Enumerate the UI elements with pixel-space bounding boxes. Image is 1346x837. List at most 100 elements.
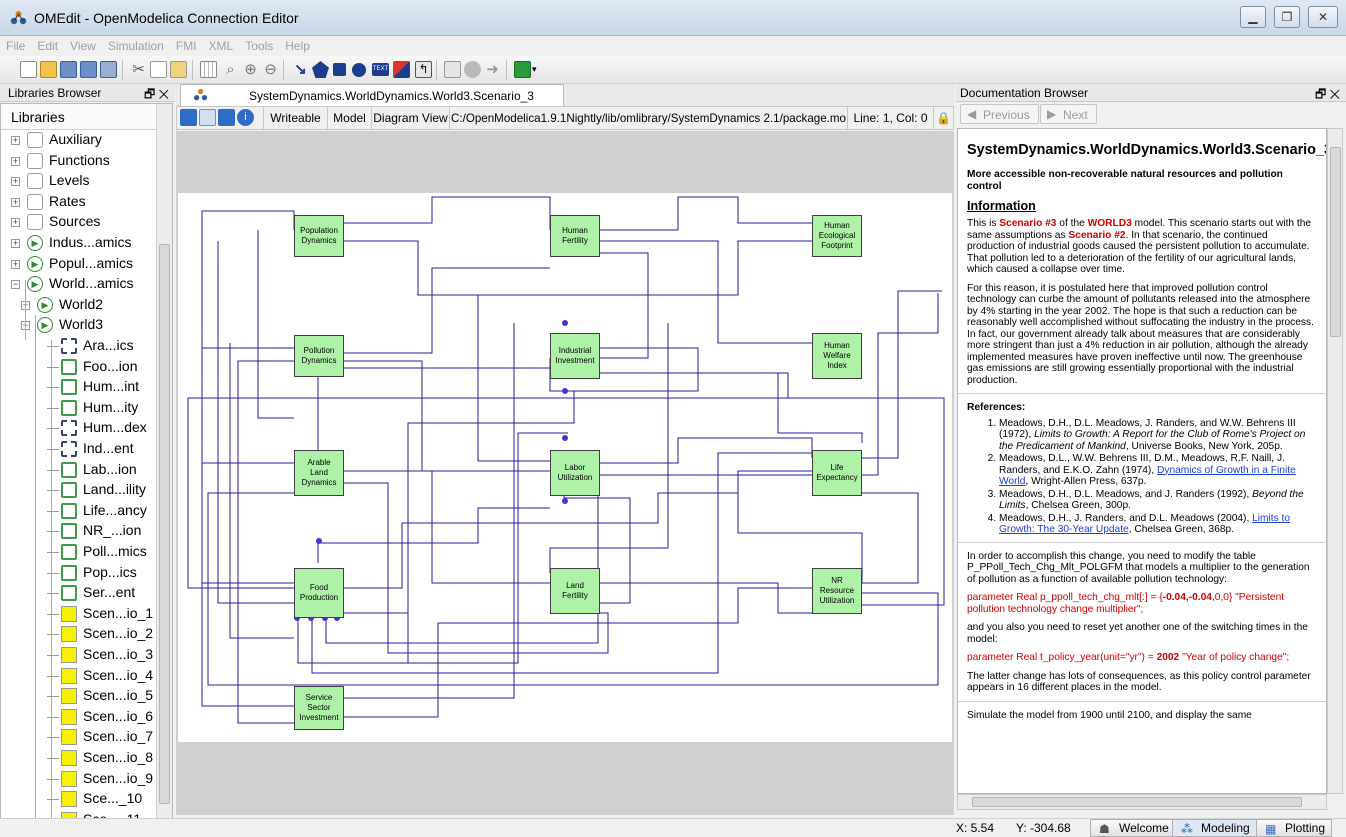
tree-item-label: Scen...io_6 xyxy=(83,707,154,724)
population-dynamics-block[interactable]: Population Dynamics xyxy=(294,215,344,257)
next-button[interactable]: ▶ Next xyxy=(1040,104,1097,124)
menu-edit[interactable]: Edit xyxy=(31,36,64,53)
status-bar: X: 5.54 Y: -304.68 ☗ Welcome ⁂ Modeling ▦ P… xyxy=(0,818,1346,837)
expand-icon[interactable]: + xyxy=(11,156,20,166)
check-model-icon[interactable] xyxy=(464,61,481,78)
collapse-icon[interactable]: − xyxy=(11,280,20,290)
references-heading: References: xyxy=(967,402,1026,413)
documentation-view-icon[interactable]: i xyxy=(237,109,254,126)
nr-resource-utilization-block[interactable]: NR Resource Utilization xyxy=(812,568,862,614)
welcome-perspective-button[interactable]: ☗ Welcome xyxy=(1090,819,1176,837)
copy-icon[interactable] xyxy=(150,61,167,78)
expand-icon[interactable]: + xyxy=(11,177,20,187)
export-icon[interactable] xyxy=(514,61,531,78)
scrollbar-thumb[interactable] xyxy=(159,244,170,804)
human-fertility-block[interactable]: Human Fertility xyxy=(550,215,600,257)
text-tool-icon[interactable]: TEXT xyxy=(372,63,389,76)
modeling-perspective-button[interactable]: ⁂ Modeling xyxy=(1172,819,1257,837)
land-fertility-block[interactable]: Land Fertility xyxy=(550,568,600,614)
tree-connector xyxy=(47,634,59,636)
text-view-icon[interactable] xyxy=(218,109,235,126)
rectangle-tool-icon[interactable] xyxy=(333,63,346,76)
icon-view-icon[interactable] xyxy=(180,109,197,126)
human-welfare-index-block[interactable]: Human Welfare Index xyxy=(812,333,862,379)
zoom-in-icon[interactable]: ⊕ xyxy=(242,61,259,78)
line-tool-icon[interactable]: ↘ xyxy=(292,61,309,78)
menu-tools[interactable]: Tools xyxy=(239,36,279,53)
documentation-horizontal-scrollbar[interactable] xyxy=(957,794,1327,810)
text: Scenario #3 xyxy=(999,218,1057,229)
food-production-block[interactable]: Food Production xyxy=(294,568,344,618)
minimize-button[interactable]: ▁ xyxy=(1240,6,1266,28)
libraries-tree[interactable]: Libraries + Auxiliary + Functions + Levels + Ra… xyxy=(0,103,173,821)
polygon-tool-icon[interactable] xyxy=(312,61,329,78)
model-label: Model xyxy=(327,107,371,129)
life-expectancy-block[interactable]: Life Expectancy xyxy=(812,450,862,496)
libraries-scrollbar[interactable] xyxy=(156,104,172,820)
menu-fmi[interactable]: FMI xyxy=(170,36,203,53)
open-folder-icon[interactable] xyxy=(40,61,57,78)
expand-icon[interactable]: + xyxy=(11,197,20,207)
menu-file[interactable]: File xyxy=(0,36,31,53)
menu-help[interactable]: Help xyxy=(279,36,316,53)
plotting-perspective-button[interactable]: ▦ Plotting xyxy=(1256,819,1333,837)
menu-bar: File Edit View Simulation FMI XML Tools Help xyxy=(0,36,1346,56)
block-label: Population xyxy=(300,226,338,235)
bitmap-tool-icon[interactable] xyxy=(393,61,410,78)
industrial-investment-block[interactable]: Industrial Investment xyxy=(550,333,600,379)
lock-icon[interactable]: 🔒 xyxy=(933,107,953,129)
save-as-icon[interactable] xyxy=(80,61,97,78)
documentation-vertical-scrollbar[interactable] xyxy=(1327,128,1343,794)
scenario-icon xyxy=(61,667,77,684)
arable-land-dynamics-block[interactable]: Arable Land Dynamics xyxy=(294,450,344,496)
human-ecological-footprint-block[interactable]: Human Ecological Footprint xyxy=(812,215,862,257)
restore-button[interactable]: ❐ xyxy=(1274,6,1300,28)
tree-item-label: Functions xyxy=(49,151,110,168)
simulation-setup-icon[interactable] xyxy=(444,61,461,78)
service-sector-investment-block[interactable]: Service Sector Investment xyxy=(294,686,344,730)
diagram-view-icon[interactable] xyxy=(199,109,216,126)
text: This is xyxy=(967,218,1000,229)
previous-button[interactable]: ◀ Previous xyxy=(960,104,1039,124)
zoom-out-icon[interactable]: ⊖ xyxy=(262,61,279,78)
close-button[interactable]: ✕ xyxy=(1308,6,1338,28)
save-icon[interactable] xyxy=(60,61,77,78)
code-line-1: parameter Real p_ppoll_tech_chg_mlt[:] =… xyxy=(967,592,1318,615)
menu-simulation[interactable]: Simulation xyxy=(102,36,170,53)
expand-icon[interactable]: + xyxy=(11,239,20,248)
libraries-browser-title: Libraries Browser xyxy=(8,86,102,100)
expand-icon[interactable]: + xyxy=(11,259,20,269)
tree-item-label: Pop...ics xyxy=(83,563,137,580)
block-label: Industrial xyxy=(558,346,592,355)
instantiate-model-icon[interactable]: ➜ xyxy=(484,61,501,78)
labor-utilization-block[interactable]: Labor Utilization xyxy=(550,450,600,496)
scenario-icon xyxy=(61,750,77,766)
expand-icon[interactable]: + xyxy=(11,218,20,228)
tree-item-label: Scen...io_4 xyxy=(83,666,154,683)
connect-mode-icon[interactable]: ↰ xyxy=(415,61,432,78)
tree-item-label: Hum...dex xyxy=(83,419,147,436)
menu-xml[interactable]: XML xyxy=(203,36,240,53)
scrollbar-thumb[interactable] xyxy=(1330,147,1341,337)
grid-icon[interactable] xyxy=(200,61,217,78)
cut-icon[interactable]: ✂ xyxy=(130,61,147,78)
pollution-dynamics-block[interactable]: Pollution Dynamics xyxy=(294,335,344,377)
paste-icon[interactable] xyxy=(170,61,187,78)
ellipse-tool-icon[interactable] xyxy=(352,63,366,77)
tab-scenario-3[interactable]: SystemDynamics.WorldDynamics.World3.Scen… xyxy=(180,84,564,106)
zoom-reset-icon[interactable]: ⌕ xyxy=(222,61,239,78)
doc-subtitle: More accessible non-recoverable natural … xyxy=(967,169,1283,192)
tree-connector xyxy=(47,490,59,492)
expand-icon[interactable]: + xyxy=(11,136,20,145)
save-all-icon[interactable] xyxy=(100,61,117,78)
diagram-canvas[interactable]: Population Dynamics Pollution Dynamics Ara… xyxy=(178,193,952,742)
omedit-logo-icon xyxy=(10,11,27,25)
reference-item: Meadows, D.H., D.L. Meadows, J. Randers,… xyxy=(999,418,1318,453)
package-icon xyxy=(27,193,43,210)
chevron-down-icon[interactable]: ▾ xyxy=(532,61,542,78)
view-label: Diagram View xyxy=(371,107,449,129)
scrollbar-thumb[interactable] xyxy=(972,797,1302,807)
new-file-icon[interactable] xyxy=(20,61,37,78)
tree-connector xyxy=(47,737,59,739)
menu-view[interactable]: View xyxy=(64,36,102,53)
